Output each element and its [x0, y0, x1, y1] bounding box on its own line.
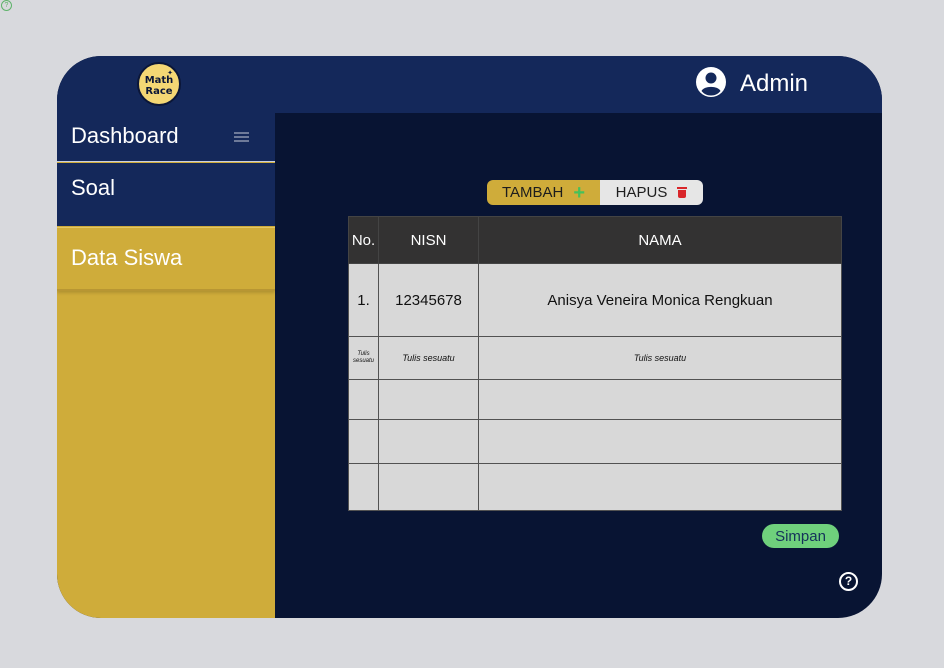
trash-icon [677, 187, 688, 198]
cell-nisn[interactable] [378, 379, 479, 420]
sidebar-item-label: Dashboard [71, 123, 179, 148]
cell-nama[interactable]: Anisya Veneira Monica Rengkuan [478, 263, 842, 337]
user-avatar-icon [695, 66, 726, 102]
column-header-nisn: NISN [378, 216, 479, 264]
sidebar: Dashboard Soal Data Siswa [57, 113, 275, 618]
sidebar-item-label: Soal [71, 175, 116, 200]
cell-nama[interactable] [478, 463, 842, 511]
cell-no[interactable] [348, 463, 379, 511]
cell-nisn[interactable]: 12345678 [378, 263, 479, 337]
logo-text-line2: Race [145, 86, 173, 97]
table-row [348, 419, 842, 464]
sidebar-item-dashboard[interactable]: Dashboard [57, 113, 275, 162]
cell-nama[interactable]: Tulis sesuatu [478, 336, 842, 380]
app-window: ✦ Math Race Admin Dashboard Soal Data Si… [57, 56, 882, 618]
table-row: Tulis sesuatu Tulis sesuatu Tulis sesuat… [348, 336, 842, 380]
table-row [348, 379, 842, 420]
delete-button-label: HAPUS [615, 184, 668, 201]
user-name-label: Admin [739, 70, 808, 97]
corner-help-icon[interactable]: ? [1, 0, 12, 11]
table-row: 1. 12345678 Anisya Veneira Monica Rengku… [348, 263, 842, 337]
sidebar-item-soal[interactable]: Soal [57, 163, 275, 226]
logo-text-line1: Math [144, 75, 174, 86]
math-race-logo[interactable]: ✦ Math Race [137, 62, 181, 106]
cell-nisn[interactable] [378, 463, 479, 511]
cell-no[interactable]: Tulis sesuatu [348, 336, 379, 380]
student-table: No. NISN NAMA 1. 12345678 Anisya Veneira… [348, 216, 842, 511]
cell-nisn[interactable]: Tulis sesuatu [378, 336, 479, 380]
column-header-no: No. [348, 216, 379, 264]
delete-button[interactable]: HAPUS [600, 180, 703, 205]
user-menu[interactable]: Admin [695, 66, 808, 102]
cell-no[interactable] [348, 419, 379, 464]
cell-nama[interactable] [478, 419, 842, 464]
add-button[interactable]: TAMBAH + [487, 180, 600, 205]
hamburger-menu-icon[interactable] [234, 132, 249, 142]
top-header: ✦ Math Race Admin [57, 56, 882, 113]
column-header-nama: NAMA [478, 216, 842, 264]
table-actions: TAMBAH + HAPUS [487, 180, 703, 205]
table-header-row: No. NISN NAMA [348, 216, 842, 264]
add-button-label: TAMBAH [501, 184, 564, 201]
sidebar-item-label: Data Siswa [71, 245, 183, 270]
plus-icon: + [573, 181, 586, 204]
help-icon[interactable]: ? [839, 572, 858, 591]
sidebar-item-data-siswa[interactable]: Data Siswa [57, 227, 275, 291]
cell-no[interactable]: 1. [348, 263, 379, 337]
cell-nisn[interactable] [378, 419, 479, 464]
save-button[interactable]: Simpan [762, 524, 839, 548]
main-content: TAMBAH + HAPUS No. NISN NAMA 1. 12345678… [275, 113, 882, 618]
cell-no[interactable] [348, 379, 379, 420]
table-row [348, 463, 842, 511]
cell-nama[interactable] [478, 379, 842, 420]
